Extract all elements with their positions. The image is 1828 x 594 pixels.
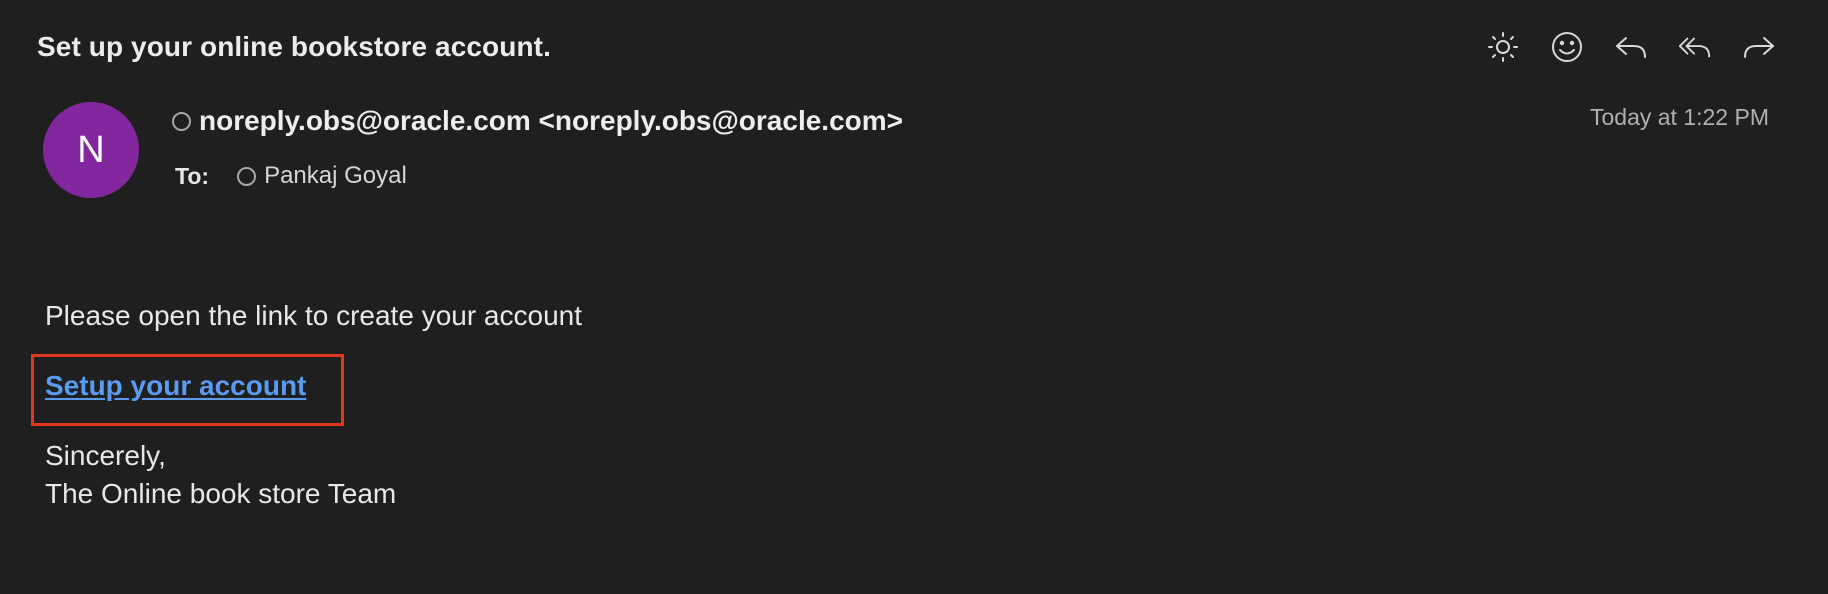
emoji-reaction-button[interactable] [1550,30,1584,64]
reply-icon [1616,37,1646,58]
sender-status-icon [172,111,191,131]
setup-account-link[interactable]: Setup your account [45,370,306,402]
body-signoff: Sincerely, [45,440,166,471]
sender-address[interactable]: noreply.obs@oracle.com <noreply.obs@orac… [199,105,903,137]
forward-button[interactable] [1742,30,1776,64]
reply-all-icon [1678,37,1711,58]
message-toolbar [1486,30,1776,64]
email-date: Today at 1:22 PM [1590,104,1769,130]
avatar-initial: N [77,128,105,171]
sender-row: noreply.obs@oracle.com <noreply.obs@orac… [172,105,903,137]
sender-avatar: N [43,102,139,198]
reply-all-button[interactable] [1678,30,1712,64]
to-row: To: Pankaj Goyal [175,162,407,190]
email-subject: Set up your online bookstore account. [37,31,551,62]
brightness-icon [1488,32,1518,62]
forward-icon [1744,37,1774,58]
brightness-button[interactable] [1486,30,1520,64]
body-signature: The Online book store Team [45,478,397,509]
recipient-name[interactable]: Pankaj Goyal [264,162,407,190]
body-intro: Please open the link to create your acco… [45,300,583,331]
emoji-icon [1552,32,1582,62]
reply-button[interactable] [1614,30,1648,64]
recipient-status-icon [237,166,257,186]
to-label: To: [175,162,210,189]
